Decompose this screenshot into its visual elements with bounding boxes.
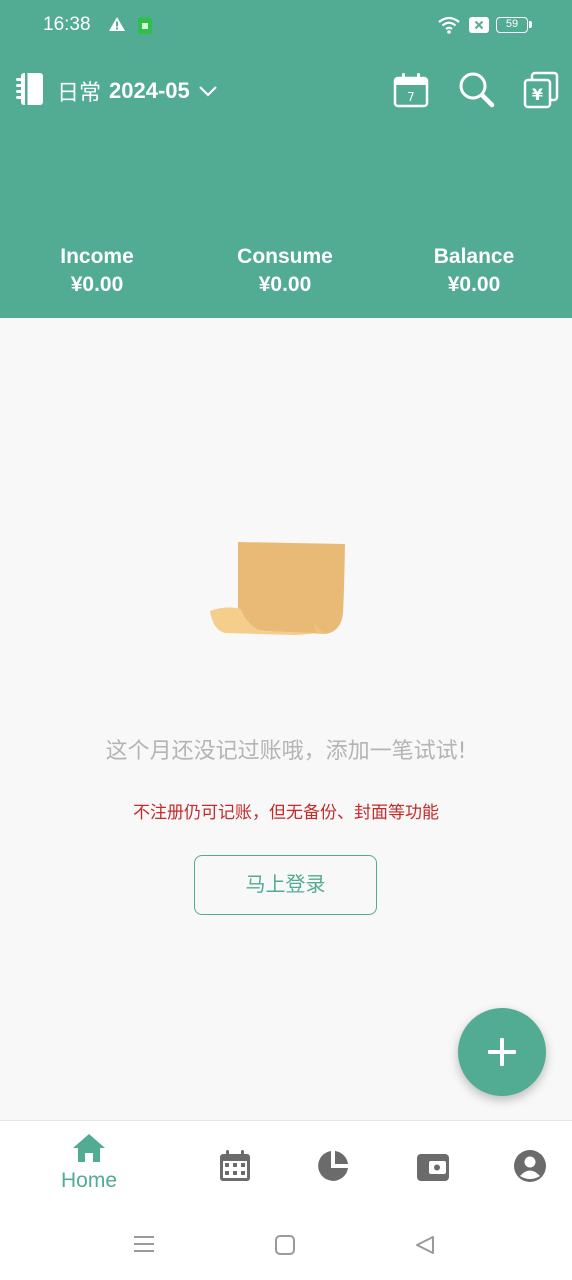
search-icon[interactable]: [457, 70, 497, 110]
consume-summary: Consume ¥0.00: [190, 244, 380, 300]
current-month: 2024-05: [109, 78, 190, 103]
ledger-book-icon[interactable]: [15, 72, 45, 106]
wifi-icon: [438, 16, 460, 34]
balance-label: Balance: [433, 245, 515, 268]
empty-state-message: 这个月还没记过账哦，添加一笔试试!: [105, 739, 467, 764]
account-icon[interactable]: [513, 1149, 547, 1183]
home-square-icon[interactable]: [274, 1234, 296, 1256]
nav-home-label: Home: [60, 1169, 118, 1192]
bill-copy-icon[interactable]: ¥: [521, 70, 561, 110]
balance-value: ¥0.00: [447, 273, 501, 296]
income-summary: Income ¥0.00: [2, 244, 192, 300]
empty-paper-illustration: [210, 542, 345, 635]
home-icon: [73, 1134, 105, 1162]
warning-icon: [109, 17, 125, 31]
menu-icon[interactable]: [133, 1234, 155, 1254]
svg-text:¥: ¥: [532, 85, 543, 104]
sim-x-icon: [469, 17, 489, 33]
pie-chart-icon[interactable]: [316, 1149, 350, 1183]
bottom-nav: Home: [0, 1120, 572, 1216]
calendar-day: 7: [407, 90, 415, 104]
wallet-icon[interactable]: [416, 1151, 450, 1183]
book-name: 日常: [57, 81, 102, 106]
back-triangle-icon[interactable]: [414, 1234, 436, 1256]
add-record-button[interactable]: [458, 1008, 546, 1096]
app-notification-icon: [138, 15, 152, 34]
calendar-icon[interactable]: 7: [391, 70, 431, 110]
login-button[interactable]: 马上登录: [194, 855, 377, 915]
status-bar: 16:38 59: [0, 0, 572, 52]
consume-value: ¥0.00: [258, 273, 312, 296]
income-label: Income: [60, 245, 134, 268]
register-notice: 不注册仍可记账，但无备份、封面等功能: [133, 803, 439, 823]
income-value: ¥0.00: [70, 273, 124, 296]
system-navigation-bar: [0, 1215, 572, 1280]
nav-home[interactable]: Home: [39, 1133, 139, 1193]
status-time: 16:38: [43, 14, 91, 35]
calendar-grid-icon[interactable]: [218, 1149, 252, 1183]
chevron-down-icon: [198, 86, 217, 97]
balance-summary: Balance ¥0.00: [379, 244, 569, 300]
plus-icon: [488, 1038, 516, 1066]
book-month-selector[interactable]: 日常 2024-05: [57, 76, 218, 106]
battery-icon: 59: [496, 17, 532, 33]
app-header: 16:38 59 日常 2024-05 7 ¥ Income ¥0.00 Con…: [0, 0, 572, 318]
consume-label: Consume: [237, 245, 333, 268]
